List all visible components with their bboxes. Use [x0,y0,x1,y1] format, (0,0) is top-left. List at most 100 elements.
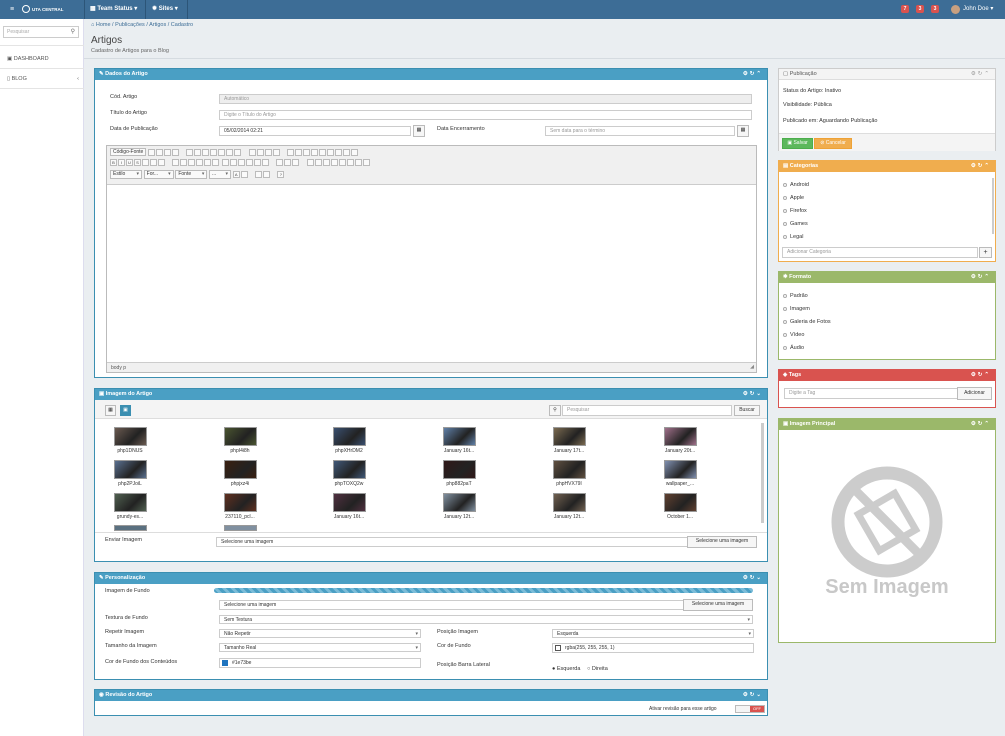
select-bg-image-button[interactable]: Selecione uma imagem [683,599,753,611]
sidebar-search[interactable]: Pesquisar ⚲ [3,26,79,38]
image-search-input[interactable]: Pesquisar [562,405,732,416]
align-left-icon[interactable] [222,159,230,166]
blockquote-icon[interactable] [204,159,212,166]
thumbnail[interactable] [224,427,257,446]
style-select[interactable]: Estilo [110,170,142,179]
text-color-icon[interactable]: A [232,171,240,178]
italic-icon[interactable]: I [118,159,125,166]
categoria-item[interactable]: Firefox [783,208,807,214]
select-icon[interactable] [327,148,334,156]
indent-icon[interactable] [196,159,204,166]
notifications-badge[interactable]: 7 [901,5,909,13]
align-right-icon[interactable] [238,159,246,166]
add-categoria-input[interactable]: Adicionar Categoria [782,247,978,258]
thumbnail[interactable] [224,525,257,531]
color-swatch[interactable] [555,645,561,651]
editor-path[interactable]: body p [111,365,126,371]
search-icon[interactable]: ⚲ [549,405,561,416]
thumbnail[interactable] [333,493,366,512]
thumbnail[interactable] [443,493,476,512]
paste-icon[interactable] [202,148,210,156]
print-icon[interactable] [171,148,179,156]
resize-handle-icon[interactable]: ◢ [750,364,754,370]
thumbnail[interactable] [114,460,147,479]
categorias-scrollbar[interactable] [992,178,994,234]
dataenc-input[interactable]: Sem data para o término [545,126,735,136]
save-icon[interactable] [147,148,155,156]
categoria-item[interactable]: Games [783,221,808,227]
spellcheck-icon[interactable] [272,148,280,156]
thumbnail[interactable] [114,525,147,531]
bg-color-icon[interactable] [240,171,248,178]
categoria-item[interactable]: Legal [783,234,803,240]
formato-item[interactable]: Padrão [783,293,808,299]
thumbnail[interactable] [443,460,476,479]
thumbnail[interactable] [333,427,366,446]
smiley-icon[interactable] [338,159,346,166]
strike-icon[interactable]: S [134,159,141,166]
logo[interactable]: UTA CENTRAL [22,0,64,19]
radio-esquerda[interactable]: ● Esquerda [552,666,580,672]
thumbnail[interactable] [114,427,147,446]
posicao-select[interactable]: Esquerda [552,629,754,638]
panel-tools[interactable]: ⚙↻⌄ [743,573,763,584]
checkbox[interactable] [783,234,787,239]
sidebar-search-input[interactable]: Pesquisar [7,29,29,35]
redo-icon[interactable] [234,148,242,156]
replace-icon[interactable] [256,148,264,156]
radio[interactable] [783,306,787,311]
table-icon[interactable] [322,159,330,166]
breadcrumb-cadastro[interactable]: Cadastro [171,22,193,28]
image-icon[interactable] [306,159,314,166]
textfield-icon[interactable] [311,148,318,156]
user-menu[interactable]: John Doe ▾ [963,0,993,19]
thumbnail[interactable] [664,427,697,446]
hiddenfield-icon[interactable] [351,148,358,156]
align-justify-icon[interactable] [246,159,254,166]
numbered-list-icon[interactable] [172,159,180,166]
panel-tools[interactable]: ⚙↻⌄ [743,690,763,701]
panel-tools[interactable]: ⚙↻⌃ [971,370,991,381]
find-icon[interactable] [248,148,256,156]
datapub-input[interactable]: 05/02/2014 02:21 [219,126,411,136]
corcont-input[interactable]: #1e73be [219,658,421,668]
sidebar-item-blog[interactable]: ▯ BLOG ‹ [0,69,84,89]
gallery-scrollbar[interactable] [761,423,764,523]
subscript-icon[interactable] [142,159,149,166]
color-swatch[interactable] [222,660,228,666]
panel-tools[interactable]: ⚙↻⌄ [743,389,763,400]
repetir-select[interactable]: Não Repetir [219,629,421,638]
formato-item[interactable]: Galeria de Fotos [783,319,831,325]
checkbox-icon[interactable] [295,148,302,156]
search-icon[interactable]: ⚲ [71,28,75,35]
calendar-icon[interactable]: ▦ [737,125,749,137]
flash-icon[interactable] [314,159,322,166]
radio-direita[interactable]: ○ Direita [587,666,608,672]
grid-view-icon[interactable]: ▦ [105,405,116,416]
button-icon[interactable] [335,148,342,156]
buscar-button[interactable]: Buscar [734,405,760,416]
tamanho-select[interactable]: Tamanho Real [219,643,421,652]
preview-icon[interactable] [163,148,171,156]
panel-tools[interactable]: ⚙↻⌃ [971,161,991,172]
upload-icon[interactable]: ▣ [120,405,131,416]
formato-item[interactable]: Vídeo [783,332,804,338]
radio[interactable] [783,319,787,324]
hr-icon[interactable] [330,159,338,166]
panel-tools[interactable]: ⚙↻⌃ [743,69,763,80]
avatar[interactable] [951,5,960,14]
source-button[interactable]: Código-Fonte [110,148,147,156]
checkbox[interactable] [783,208,787,213]
panel-tools[interactable]: ⚙↻⌃ [971,419,991,430]
thumbnail[interactable] [664,493,697,512]
thumbnail[interactable] [553,493,586,512]
new-icon[interactable] [155,148,163,156]
copy-icon[interactable] [194,148,202,156]
div-icon[interactable] [212,159,220,166]
revisao-toggle[interactable]: OFF [735,705,765,713]
link-icon[interactable] [276,159,284,166]
panel-tools[interactable]: ⚙↻⌃ [971,272,991,283]
add-tag-button[interactable]: Adicionar [957,387,992,400]
form-icon[interactable] [287,148,294,156]
cor-input[interactable]: rgba(255, 255, 255, 1) [552,643,754,653]
